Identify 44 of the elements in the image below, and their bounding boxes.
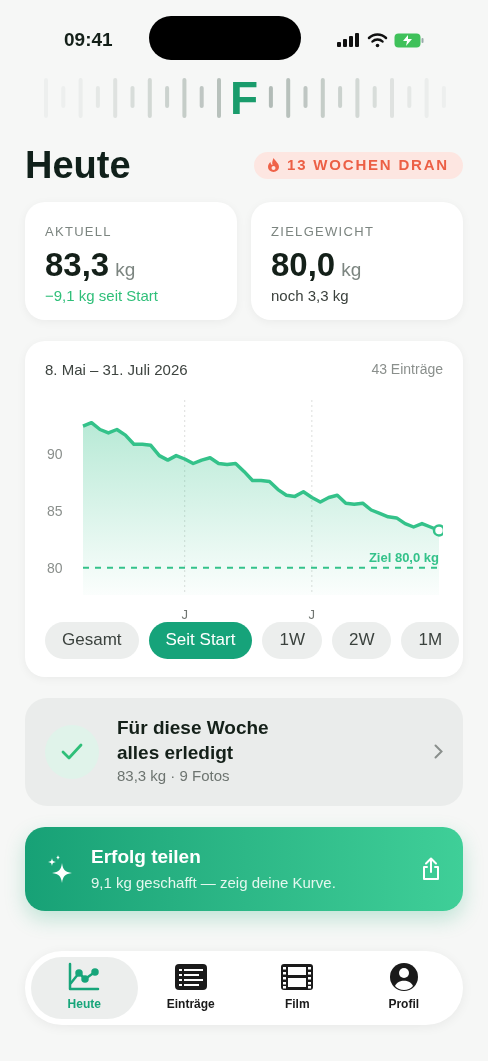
date-range: 8. Mai – 31. Juli 2026 xyxy=(45,360,188,380)
goal-label: Ziel 80,0 kg xyxy=(368,549,439,565)
chevron-right-icon xyxy=(434,744,443,759)
y-axis-label: 80 xyxy=(47,559,63,576)
stat-note: noch 3,3 kg xyxy=(271,285,350,306)
person-icon xyxy=(388,962,419,992)
range-chip[interactable]: 1M xyxy=(401,621,460,659)
page-title: Heute xyxy=(25,146,131,184)
stat-unit: kg xyxy=(115,257,136,282)
flame-icon xyxy=(268,158,280,172)
check-icon xyxy=(61,742,83,761)
stat-value: 80,0 xyxy=(271,244,336,285)
film-strip-icon xyxy=(280,962,315,992)
signal-icon xyxy=(337,33,361,47)
wifi-icon xyxy=(367,32,388,48)
x-axis-label: J xyxy=(308,606,316,620)
y-axis-label: 90 xyxy=(47,445,63,462)
share-title: Erfolg teilen xyxy=(91,845,202,869)
stat-note: −9,1 kg seit Start xyxy=(45,285,159,306)
list-icon xyxy=(173,962,208,992)
status-time: 09:41 xyxy=(64,27,113,52)
streak-text: 13 WOCHEN DRAN xyxy=(287,154,449,175)
share-icon xyxy=(421,856,441,881)
stat-value: 83,3 xyxy=(45,244,110,285)
y-axis-label: 85 xyxy=(47,502,63,519)
battery-charging-icon xyxy=(394,32,424,48)
stat-label: AKTUELL xyxy=(45,223,113,241)
current-point xyxy=(432,523,443,537)
share-subtitle: 9,1 kg geschafft — zeig deine Kurve. xyxy=(91,872,337,893)
tab-item[interactable]: Einträge xyxy=(137,956,244,1019)
week-status-card[interactable]: Für diese Woche alles erledigt 83,3 kg · 9 Fotos xyxy=(25,697,463,806)
line-chart-icon xyxy=(67,962,102,992)
range-chip[interactable]: Gesamt xyxy=(45,621,139,659)
week-subtitle: 83,3 kg · 9 Fotos xyxy=(117,766,231,787)
range-chip[interactable]: 1W xyxy=(262,621,322,659)
range-chip[interactable]: 2W xyxy=(331,621,392,659)
entry-count: 43 Einträge xyxy=(371,360,443,379)
stat-unit: kg xyxy=(341,257,362,282)
x-axis-label: J xyxy=(181,606,188,620)
week-title: Für diese Woche alles erledigt xyxy=(117,716,270,766)
tab-item[interactable]: Profil xyxy=(350,956,457,1019)
tab-item[interactable]: Film xyxy=(244,956,351,1019)
stat-label: ZIELGEWICHT xyxy=(271,223,376,241)
sparkles-icon xyxy=(47,854,73,883)
